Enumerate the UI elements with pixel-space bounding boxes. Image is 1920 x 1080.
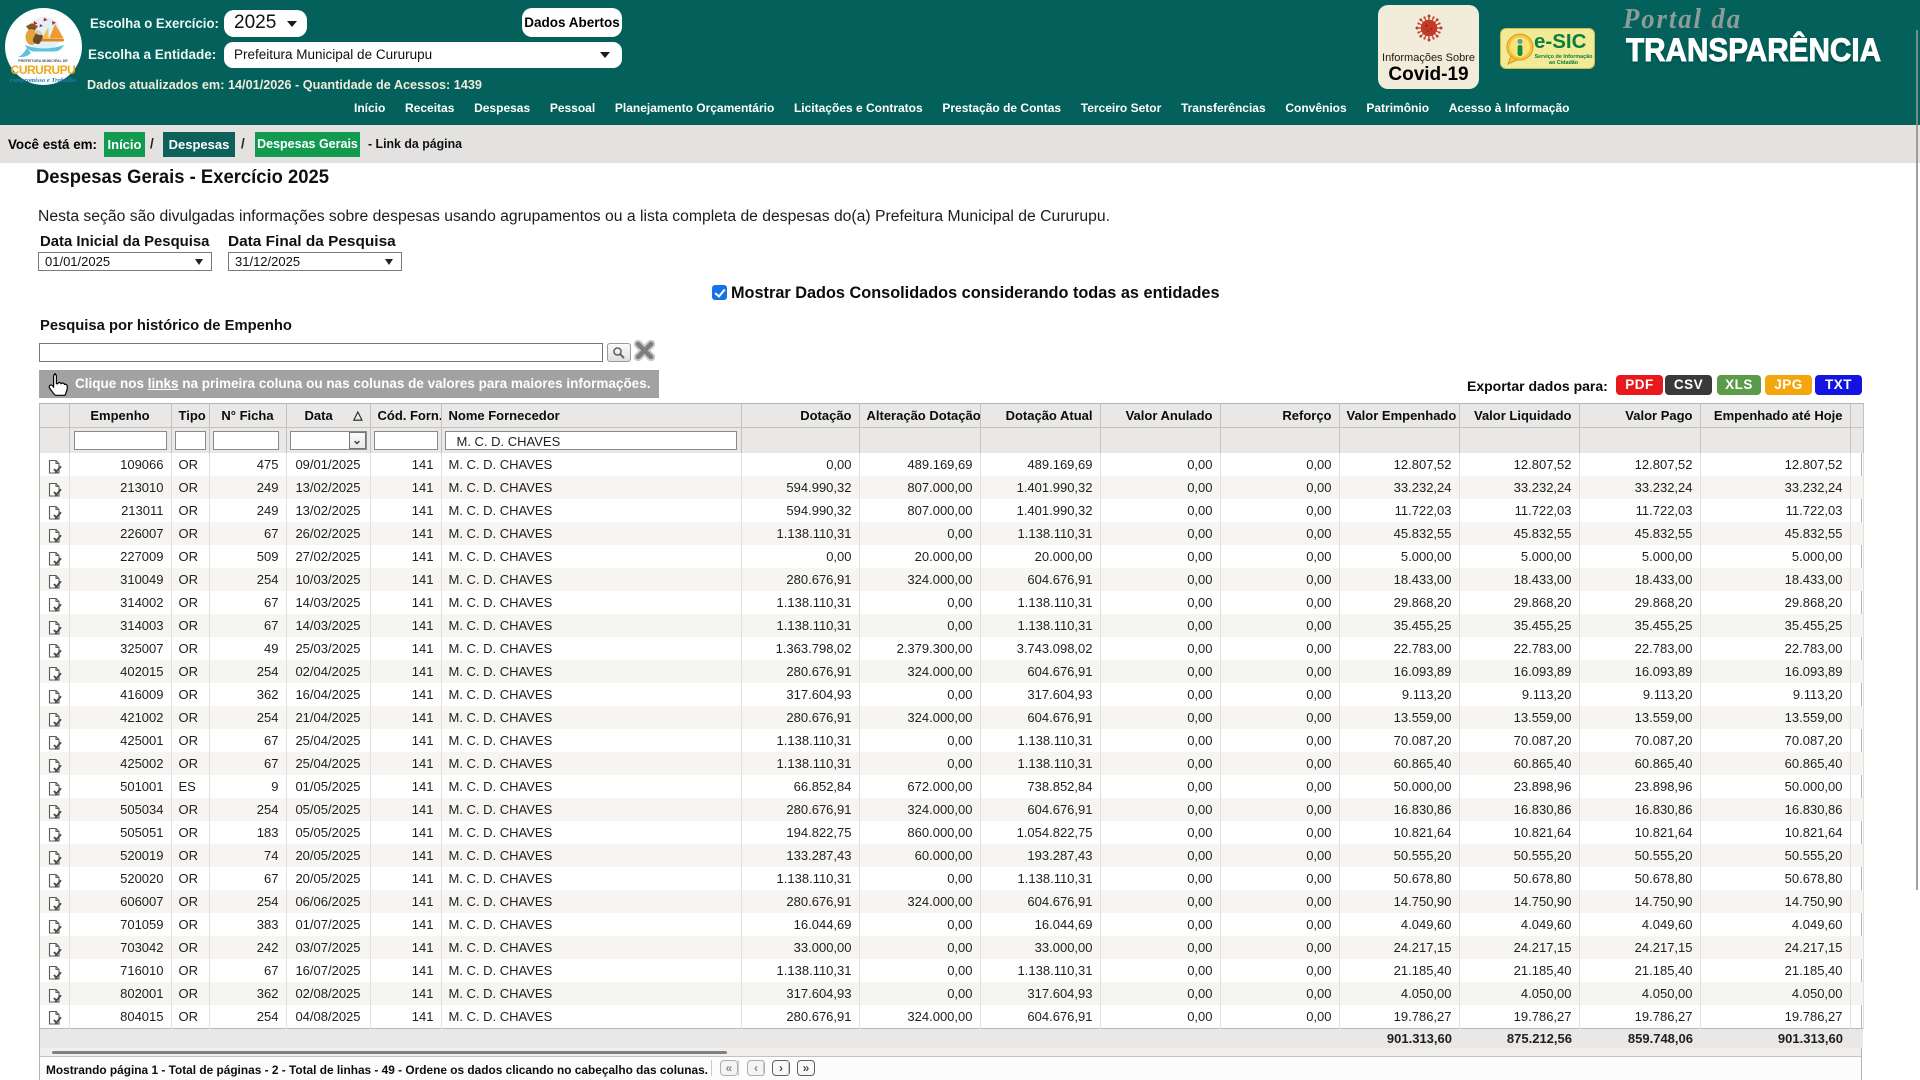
svg-text:compromisso e Trabalho: compromisso e Trabalho — [10, 77, 77, 84]
svg-text:CURURUPU: CURURUPU — [11, 63, 76, 77]
